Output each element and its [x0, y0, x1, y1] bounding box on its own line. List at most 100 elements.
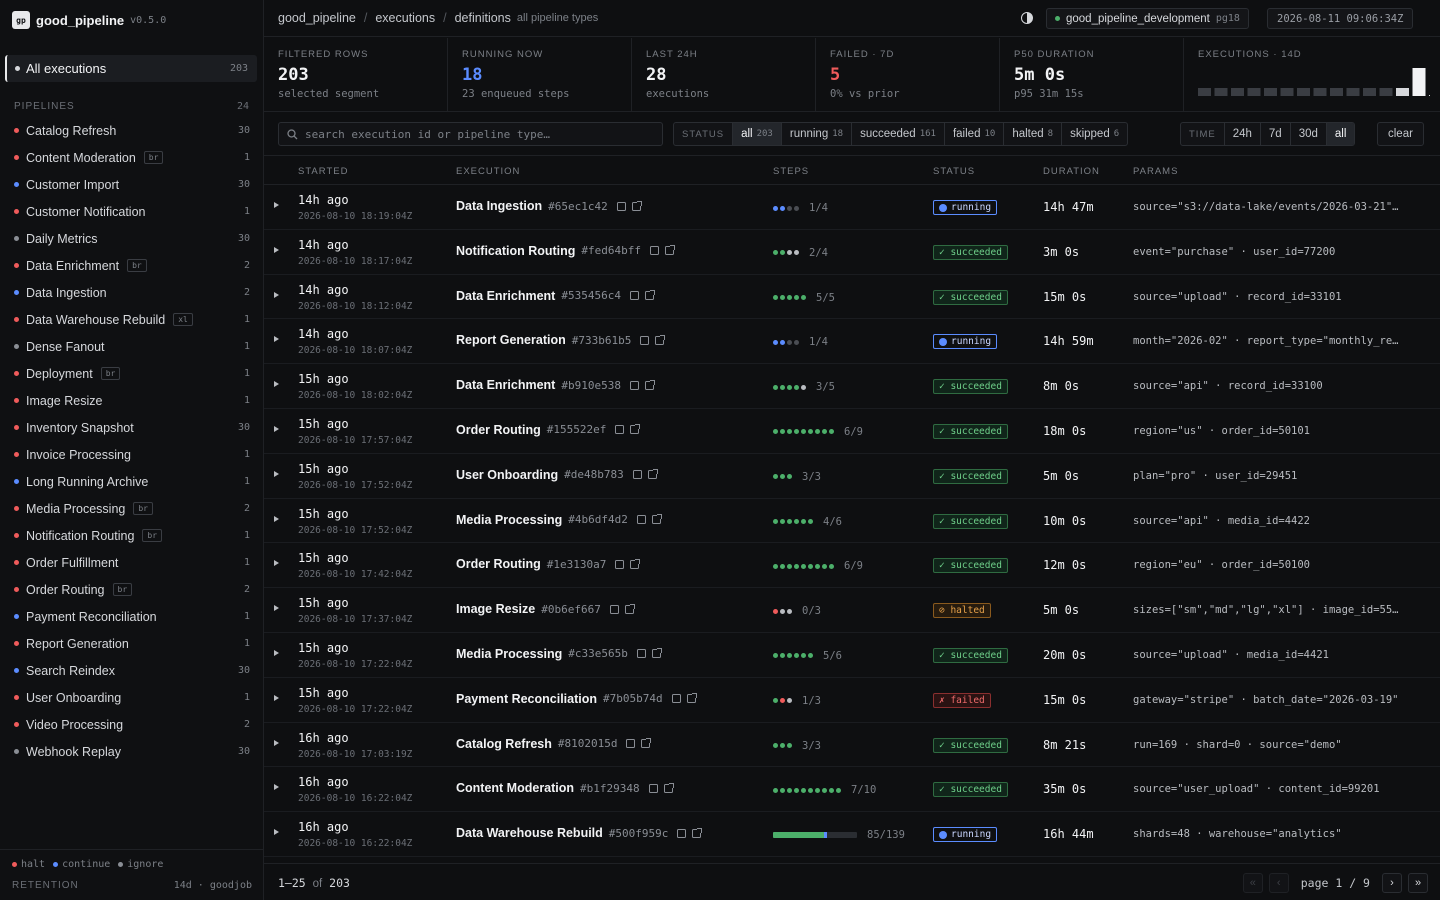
search-input[interactable]: [305, 127, 645, 141]
col-duration[interactable]: DURATION: [1043, 166, 1100, 177]
sidebar-item-pipeline[interactable]: Customer Notification 1: [0, 198, 264, 225]
expand-caret-icon[interactable]: [274, 515, 279, 522]
copy-icon[interactable]: [629, 380, 639, 390]
table-row[interactable]: 14h ago 2026-08-10 18:19:04Z Data Ingestio…: [264, 185, 1440, 230]
external-link-icon[interactable]: [651, 648, 662, 659]
external-link-icon[interactable]: [663, 782, 674, 793]
first-page-button[interactable]: «: [1242, 873, 1263, 893]
table-row[interactable]: 15h ago 2026-08-10 17:37:04Z Image Resize #…: [264, 588, 1440, 633]
execution-name[interactable]: Report Generation: [456, 333, 566, 347]
sidebar-item-pipeline[interactable]: Notification Routing br 1: [0, 522, 264, 549]
sidebar-item-pipeline[interactable]: Webhook Replay 30: [0, 738, 264, 765]
sidebar-item-pipeline[interactable]: User Onboarding 1: [0, 684, 264, 711]
table-row[interactable]: 16h ago 2026-08-10 16:22:04Z Data Warehous…: [264, 812, 1440, 857]
status-filter-failed[interactable]: failed 10: [945, 123, 1005, 145]
time-filter-24h[interactable]: 24h: [1225, 123, 1261, 145]
environment-selector[interactable]: good_pipeline_development pg18: [1046, 8, 1249, 29]
expand-caret-icon[interactable]: [274, 694, 279, 701]
external-link-icon[interactable]: [630, 558, 641, 569]
table-row[interactable]: 16h ago 2026-08-10 16:22:04Z Content Moder…: [264, 767, 1440, 813]
execution-name[interactable]: Payment Reconciliation: [456, 692, 597, 706]
table-row[interactable]: 15h ago 2026-08-10 17:52:04Z User Onboardi…: [264, 454, 1440, 499]
crumb-executions[interactable]: executions: [375, 11, 435, 25]
copy-icon[interactable]: [609, 604, 619, 614]
expand-caret-icon[interactable]: [274, 829, 279, 836]
col-started[interactable]: STARTED: [298, 166, 348, 177]
expand-caret-icon[interactable]: [274, 291, 279, 298]
next-page-button[interactable]: ›: [1382, 873, 1402, 893]
execution-name[interactable]: Notification Routing: [456, 244, 575, 258]
table-row[interactable]: 14h ago 2026-08-10 18:12:04Z Data Enrichme…: [264, 275, 1440, 320]
copy-icon[interactable]: [636, 649, 646, 659]
expand-caret-icon[interactable]: [274, 649, 279, 656]
col-execution[interactable]: EXECUTION: [456, 166, 520, 177]
expand-caret-icon[interactable]: [274, 739, 279, 746]
sidebar-item-pipeline[interactable]: Invoice Processing 1: [0, 441, 264, 468]
copy-icon[interactable]: [626, 739, 636, 749]
copy-icon[interactable]: [650, 246, 660, 256]
execution-name[interactable]: Catalog Refresh: [456, 737, 552, 751]
execution-name[interactable]: Data Enrichment: [456, 378, 555, 392]
copy-icon[interactable]: [629, 291, 639, 301]
execution-name[interactable]: Data Warehouse Rebuild: [456, 826, 603, 840]
execution-name[interactable]: Content Moderation: [456, 781, 574, 795]
time-filter-all[interactable]: all: [1326, 123, 1355, 145]
clear-button[interactable]: clear: [1377, 122, 1424, 146]
sidebar-item-pipeline[interactable]: Data Ingestion 2: [0, 279, 264, 306]
external-link-icon[interactable]: [641, 738, 652, 749]
expand-caret-icon[interactable]: [274, 381, 279, 388]
search-box[interactable]: [278, 122, 663, 146]
sidebar-item-pipeline[interactable]: Payment Reconciliation 1: [0, 603, 264, 630]
external-link-icon[interactable]: [665, 245, 676, 256]
table-row[interactable]: 15h ago 2026-08-10 17:22:04Z Payment Recon…: [264, 678, 1440, 723]
expand-caret-icon[interactable]: [274, 784, 279, 791]
time-filter-30d[interactable]: 30d: [1291, 123, 1327, 145]
table-row[interactable]: 15h ago 2026-08-10 17:42:04Z Order Routing…: [264, 543, 1440, 589]
copy-icon[interactable]: [677, 828, 687, 838]
copy-icon[interactable]: [615, 559, 625, 569]
col-params[interactable]: PARAMS: [1133, 166, 1178, 177]
expand-caret-icon[interactable]: [274, 336, 279, 343]
execution-name[interactable]: Media Processing: [456, 647, 562, 661]
crumb-app[interactable]: good_pipeline: [278, 11, 356, 25]
status-filter-running[interactable]: running 18: [782, 123, 853, 145]
external-link-icon[interactable]: [686, 693, 697, 704]
crumb-definitions[interactable]: definitions: [455, 11, 511, 25]
external-link-icon[interactable]: [655, 334, 666, 345]
expand-caret-icon[interactable]: [274, 202, 279, 208]
sidebar-item-pipeline[interactable]: Search Reindex 30: [0, 657, 264, 684]
execution-name[interactable]: User Onboarding: [456, 468, 558, 482]
sidebar-item-pipeline[interactable]: Deployment br 1: [0, 360, 264, 387]
sidebar-item-pipeline[interactable]: Order Routing br 2: [0, 576, 264, 603]
execution-name[interactable]: Data Ingestion: [456, 199, 542, 213]
table-row[interactable]: 15h ago 2026-08-10 17:22:04Z Media Process…: [264, 633, 1440, 678]
table-row[interactable]: 14h ago 2026-08-10 18:17:04Z Notification …: [264, 230, 1440, 275]
sidebar-item-pipeline[interactable]: Video Processing 2: [0, 711, 264, 738]
execution-name[interactable]: Data Enrichment: [456, 289, 555, 303]
table-row[interactable]: 16h ago 2026-08-10 17:03:19Z Catalog Refre…: [264, 723, 1440, 768]
external-link-icon[interactable]: [647, 469, 658, 480]
brand[interactable]: gp good_pipeline v0.5.0: [12, 11, 166, 29]
copy-icon[interactable]: [616, 201, 626, 211]
copy-icon[interactable]: [648, 783, 658, 793]
external-link-icon[interactable]: [624, 603, 635, 614]
sidebar-item-all-executions[interactable]: All executions 203: [5, 55, 257, 82]
sidebar-item-pipeline[interactable]: Customer Import 30: [0, 171, 264, 198]
sidebar-item-pipeline[interactable]: Catalog Refresh 30: [0, 117, 264, 144]
sidebar-item-pipeline[interactable]: Report Generation 1: [0, 630, 264, 657]
status-filter-halted[interactable]: halted 8: [1004, 123, 1063, 145]
external-link-icon[interactable]: [630, 424, 641, 435]
external-link-icon[interactable]: [631, 200, 642, 211]
sidebar-item-pipeline[interactable]: Data Enrichment br 2: [0, 252, 264, 279]
expand-caret-icon[interactable]: [274, 470, 279, 477]
sidebar-item-pipeline[interactable]: Inventory Snapshot 30: [0, 414, 264, 441]
execution-name[interactable]: Media Processing: [456, 513, 562, 527]
expand-caret-icon[interactable]: [274, 560, 279, 567]
sidebar-item-pipeline[interactable]: Long Running Archive 1: [0, 468, 264, 495]
time-filter-7d[interactable]: 7d: [1261, 123, 1291, 145]
external-link-icon[interactable]: [651, 514, 662, 525]
status-filter-all[interactable]: all 203: [733, 123, 782, 145]
execution-name[interactable]: Image Resize: [456, 602, 535, 616]
copy-icon[interactable]: [632, 470, 642, 480]
col-steps[interactable]: STEPS: [773, 166, 809, 177]
